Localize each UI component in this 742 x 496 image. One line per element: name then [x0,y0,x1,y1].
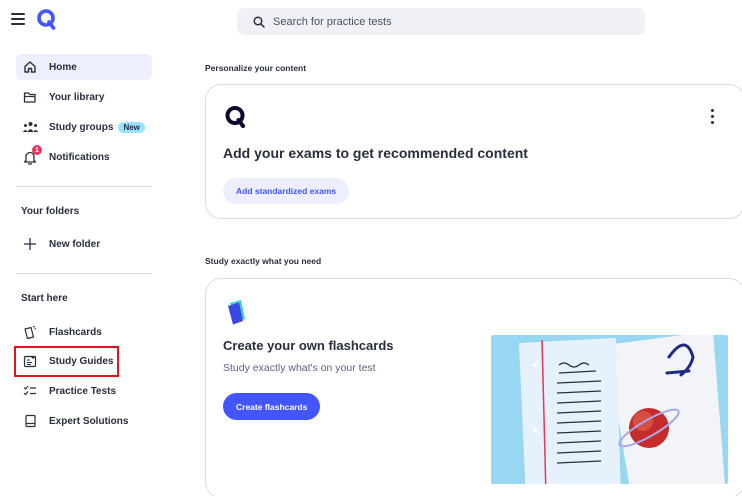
bell-icon: 1 [22,145,42,165]
flashcards-illustration-icon [227,298,249,331]
sidebar-item-label: Your library [49,91,105,103]
book-icon [22,413,38,429]
quizlet-logo[interactable] [36,8,56,30]
folders-heading: Your folders [21,206,80,217]
quizlet-q-icon [224,105,246,134]
section-heading-personalize: Personalize your content [205,63,307,73]
plus-icon [22,236,38,252]
sidebar-item-label: Study groups [49,121,114,133]
home-icon [22,59,38,75]
sidebar-item-label: Practice Tests [49,385,117,397]
search-placeholder: Search for practice tests [273,15,392,28]
sidebar-item-label: Notifications [49,151,110,163]
new-badge: New [118,121,145,133]
new-folder-label: New folder [49,238,101,250]
notification-count-badge: 1 [32,145,42,155]
sidebar: Home Your library Study groups New 1 Not… [0,0,168,496]
card-title: Create your own flashcards [223,338,394,353]
search-icon [253,15,265,28]
notebook-illustration [491,335,728,484]
card-subtitle: Study exactly what's on your test [223,362,376,374]
sidebar-item-library[interactable]: Your library [16,84,152,110]
users-icon [22,119,38,135]
new-folder-button[interactable]: New folder [16,231,152,257]
sidebar-item-notifications[interactable]: 1 Notifications [16,144,152,170]
create-flashcards-card: Create your own flashcards Study exactly… [205,278,742,496]
sidebar-item-flashcards[interactable]: Flashcards [16,319,152,345]
create-flashcards-button[interactable]: Create flashcards [223,393,321,420]
sidebar-item-practice-tests[interactable]: Practice Tests [16,378,152,404]
card-title: Add your exams to get recommended conten… [223,145,528,161]
checklist-icon [22,383,38,399]
start-heading: Start here [21,293,68,304]
add-standardized-exams-button[interactable]: Add standardized exams [223,178,350,204]
search-input[interactable]: Search for practice tests [237,8,645,35]
highlight-box [14,346,119,377]
more-options-icon[interactable] [708,109,718,125]
sidebar-item-study-groups[interactable]: Study groups New [16,114,152,140]
sidebar-item-label: Expert Solutions [49,415,129,427]
sidebar-item-label: Home [49,61,77,73]
personalize-card: Add your exams to get recommended conten… [205,84,742,219]
sidebar-item-home[interactable]: Home [16,54,152,80]
folder-icon [22,89,38,105]
sidebar-item-label: Flashcards [49,326,102,338]
divider [16,186,152,187]
divider [16,273,152,274]
flashcards-icon [22,324,38,340]
section-heading-study: Study exactly what you need [205,256,322,266]
sidebar-item-expert-solutions[interactable]: Expert Solutions [16,408,152,434]
menu-icon[interactable] [11,13,25,25]
